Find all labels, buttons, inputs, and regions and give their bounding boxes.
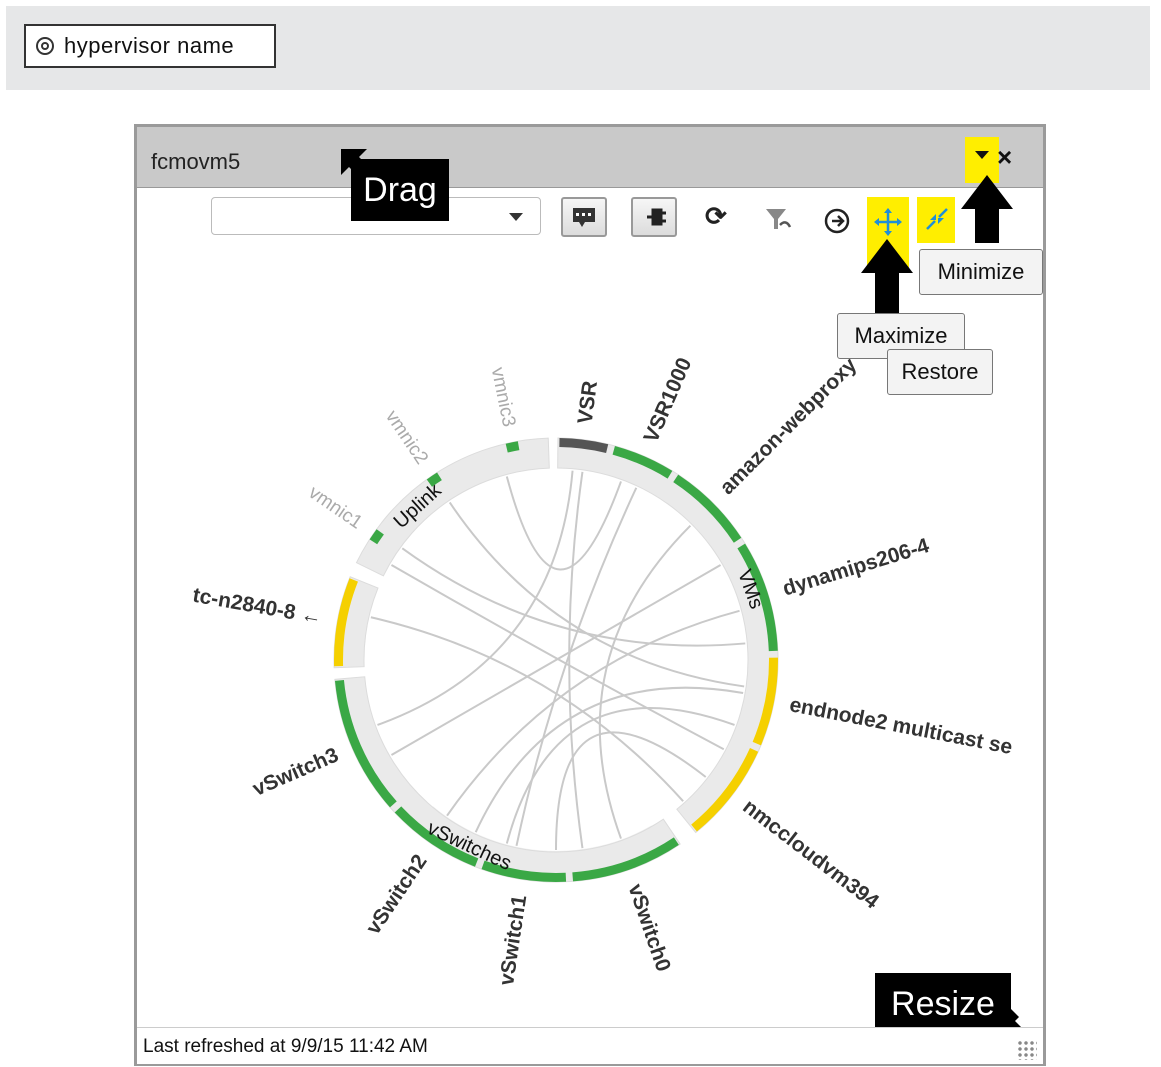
status-bar: Last refreshed at 9/9/15 11:42 AM — [137, 1027, 1043, 1064]
chord-link-12 — [401, 547, 746, 647]
minimize-callout: Minimize — [919, 249, 1043, 295]
node-label[interactable]: vmnic1 — [305, 482, 366, 533]
top-filter-bar: hypervisor name — [6, 6, 1150, 90]
node-label[interactable]: nmccloudvm394 — [738, 795, 883, 914]
node-label[interactable]: vmnic3 — [487, 366, 520, 429]
chord-link-2 — [598, 524, 692, 839]
node-label[interactable]: vSwitch1 — [495, 893, 531, 987]
hypervisor-name-filter-button[interactable]: hypervisor name — [24, 24, 276, 68]
chord-links — [370, 470, 746, 853]
resize-annotation: Resize — [875, 973, 1011, 1035]
node-label[interactable]: amazon-webproxy — [715, 353, 861, 499]
minimize-up-arrow-icon — [961, 175, 1013, 243]
maximize-up-arrow-icon — [861, 239, 913, 313]
restore-callout: Restore — [887, 349, 993, 395]
hypervisor-panel: fcmovm5 × ⟳ VSR VSR1000 amazon-webproxy … — [134, 124, 1046, 1066]
drag-arrow-icon — [341, 149, 373, 181]
hypervisor-name-label: hypervisor name — [64, 33, 235, 58]
node-label[interactable]: vSwitch2 — [362, 850, 432, 938]
last-refreshed-text: Last refreshed at 9/9/15 11:42 AM — [143, 1036, 428, 1057]
node-label[interactable]: VSR — [574, 379, 602, 425]
node-label[interactable]: vSwitch3 — [249, 743, 342, 800]
node-label[interactable]: VSR1000 — [639, 354, 696, 446]
node-label[interactable]: endnode2 multicast se — [788, 693, 1015, 759]
node-label[interactable]: dynamips206-4 — [780, 534, 932, 600]
node-label[interactable]: vmnic2 — [381, 407, 432, 469]
chord-link-0 — [568, 471, 584, 849]
node-label[interactable]: tc-n2840-8 ← — [191, 584, 324, 629]
node-label[interactable]: vSwitch0 — [624, 881, 675, 975]
resize-grip[interactable] — [1017, 1040, 1037, 1060]
radio-icon — [36, 37, 54, 55]
